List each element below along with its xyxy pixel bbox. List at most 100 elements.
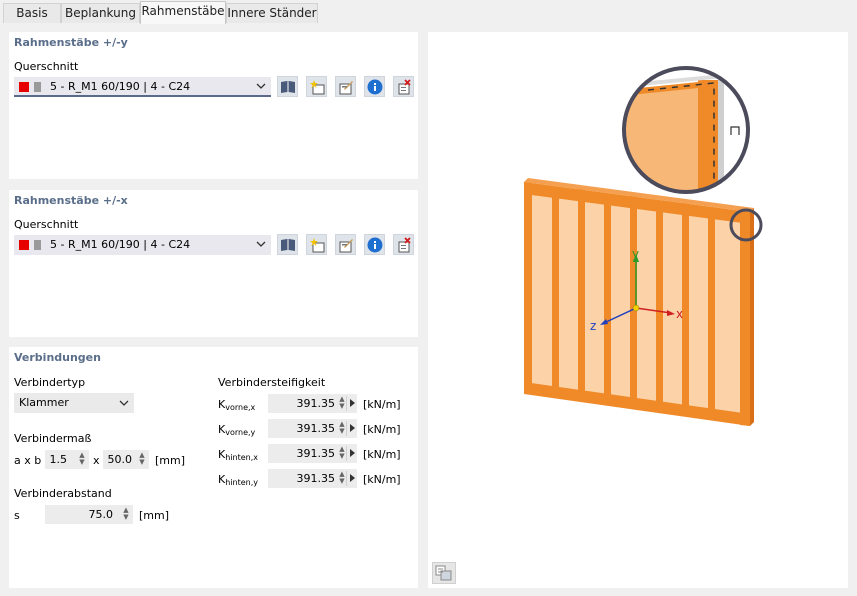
- stiffness-unit: [kN/m]: [363, 473, 401, 486]
- stiffness-unit: [kN/m]: [363, 448, 401, 461]
- stiffness-symbol: Khinten,y: [218, 473, 258, 487]
- spinner-arrows[interactable]: ▲ ▼: [338, 446, 346, 461]
- stiffness-value: 391.35: [296, 422, 336, 435]
- connections-panel: Verbindungen Verbindertyp Klammer Verbin…: [9, 347, 418, 588]
- book-icon: [281, 81, 295, 93]
- tab-beplankung[interactable]: Beplankung: [61, 3, 140, 23]
- stiffness-unit: [kN/m]: [363, 423, 401, 436]
- cross-section-value: 5 - R_M1 60/190 | 4 - C24: [50, 238, 191, 251]
- cross-section-select[interactable]: 5 - R_M1 60/190 | 4 - C24: [14, 77, 271, 97]
- dimension-b-value: 50.0: [107, 453, 133, 466]
- play-arrow-icon[interactable]: [350, 399, 355, 407]
- view-settings-icon: [435, 565, 452, 581]
- spacing-unit: [mm]: [139, 509, 170, 522]
- s-label: s: [14, 509, 20, 522]
- edit-section-button[interactable]: [335, 234, 356, 255]
- timber-wall-illustration: y x z: [524, 66, 763, 426]
- spacing-s-input[interactable]: 75.0 ▲ ▼: [45, 505, 133, 524]
- corner-detail-zoom: [622, 66, 750, 194]
- model-preview[interactable]: y x z: [428, 32, 848, 588]
- right-post: [740, 211, 750, 426]
- tab-innere-staender[interactable]: Innere Ständer: [226, 3, 318, 23]
- chevron-down-icon: [256, 241, 266, 247]
- times-label: x: [93, 454, 100, 467]
- delete-section-button[interactable]: [393, 234, 414, 255]
- stiffness-value: 391.35: [296, 472, 336, 485]
- material-color-swatch: [19, 82, 29, 92]
- spinner-arrows[interactable]: ▲ ▼: [78, 452, 86, 467]
- axb-label: a x b: [14, 454, 42, 467]
- dimension-a-value: 1.5: [49, 453, 68, 466]
- play-arrow-icon[interactable]: [350, 474, 355, 482]
- library-button[interactable]: [277, 234, 298, 255]
- spinner-arrows[interactable]: ▲ ▼: [138, 452, 146, 467]
- spinner-arrows[interactable]: ▲ ▼: [122, 507, 130, 522]
- stiffness-input[interactable]: 391.35 ▲ ▼: [268, 444, 357, 463]
- section-title: Verbindungen: [14, 351, 101, 364]
- delete-icon: [398, 79, 411, 95]
- spinner-arrows[interactable]: ▲ ▼: [338, 396, 346, 411]
- connector-type-label: Verbindertyp: [14, 376, 86, 389]
- connector-spacing-label: Verbinderabstand: [14, 487, 112, 500]
- stiffness-unit: [kN/m]: [363, 398, 401, 411]
- chevron-down-icon: [119, 400, 129, 406]
- section-title: Rahmenstäbe +/-y: [14, 36, 128, 49]
- chevron-down-icon: [256, 83, 266, 89]
- section-title: Rahmenstäbe +/-x: [14, 194, 128, 207]
- cross-section-select[interactable]: 5 - R_M1 60/190 | 4 - C24: [14, 235, 271, 255]
- dimension-unit: [mm]: [155, 454, 186, 467]
- tab-label: Basis: [16, 6, 48, 20]
- stiffness-input[interactable]: 391.35 ▲ ▼: [268, 469, 357, 488]
- library-button[interactable]: [277, 76, 298, 97]
- spinner-arrows[interactable]: ▲ ▼: [338, 471, 346, 486]
- cross-section-label: Querschnitt: [14, 218, 79, 231]
- spacing-s-value: 75.0: [88, 508, 114, 521]
- cross-section-label: Querschnitt: [14, 60, 79, 73]
- edit-icon: [339, 81, 353, 95]
- tab-basis[interactable]: Basis: [3, 3, 61, 23]
- tab-label: Rahmenstäbe: [141, 4, 225, 18]
- stiffness-value: 391.35: [296, 447, 336, 460]
- book-icon: [281, 239, 295, 251]
- new-section-button[interactable]: [306, 76, 327, 97]
- edit-icon: [339, 239, 353, 253]
- frame-y-panel: Rahmenstäbe +/-y Querschnitt 5 - R_M1 60…: [9, 32, 418, 179]
- axis-y-label: y: [632, 247, 639, 261]
- delete-section-button[interactable]: [393, 76, 414, 97]
- view-options-button[interactable]: [432, 562, 456, 584]
- stiffness-value: 391.35: [296, 397, 336, 410]
- dimension-a-input[interactable]: 1.5 ▲ ▼: [45, 450, 89, 469]
- stiffness-input[interactable]: 391.35 ▲ ▼: [268, 419, 357, 438]
- play-arrow-icon[interactable]: [350, 424, 355, 432]
- cross-section-value: 5 - R_M1 60/190 | 4 - C24: [50, 80, 191, 93]
- connector-type-value: Klammer: [19, 396, 69, 409]
- info-button[interactable]: [364, 76, 385, 97]
- info-button[interactable]: [364, 234, 385, 255]
- frame-x-panel: Rahmenstäbe +/-x Querschnitt 5 - R_M1 60…: [9, 190, 418, 337]
- axis-z-label: z: [590, 319, 596, 333]
- dimension-b-input[interactable]: 50.0 ▲ ▼: [103, 450, 149, 469]
- connector-type-select[interactable]: Klammer: [14, 393, 134, 413]
- spinner-arrows[interactable]: ▲ ▼: [338, 421, 346, 436]
- material-color-swatch: [19, 240, 29, 250]
- axis-x-label: x: [676, 307, 683, 321]
- stiffness-symbol: Kvorne,x: [218, 398, 256, 412]
- new-section-button[interactable]: [306, 234, 327, 255]
- stiffness-symbol: Kvorne,y: [218, 423, 256, 437]
- new-star-icon: [310, 238, 325, 253]
- tab-rahmenstaebe[interactable]: Rahmenstäbe: [140, 1, 226, 24]
- info-icon: [367, 79, 383, 95]
- stiffness-input[interactable]: 391.35 ▲ ▼: [268, 394, 357, 413]
- new-star-icon: [310, 80, 325, 95]
- play-arrow-icon[interactable]: [350, 449, 355, 457]
- tab-label: Innere Ständer: [227, 6, 317, 20]
- section-type-icon: [34, 82, 41, 92]
- delete-icon: [398, 237, 411, 253]
- edit-section-button[interactable]: [335, 76, 356, 97]
- stiffness-label: Verbindersteifigkeit: [218, 376, 326, 389]
- section-type-icon: [34, 240, 41, 250]
- tab-bar: Basis Beplankung Rahmenstäbe Innere Stän…: [0, 0, 857, 24]
- info-icon: [367, 237, 383, 253]
- connector-dimension-label: Verbindermaß: [14, 432, 92, 445]
- left-post: [524, 182, 532, 394]
